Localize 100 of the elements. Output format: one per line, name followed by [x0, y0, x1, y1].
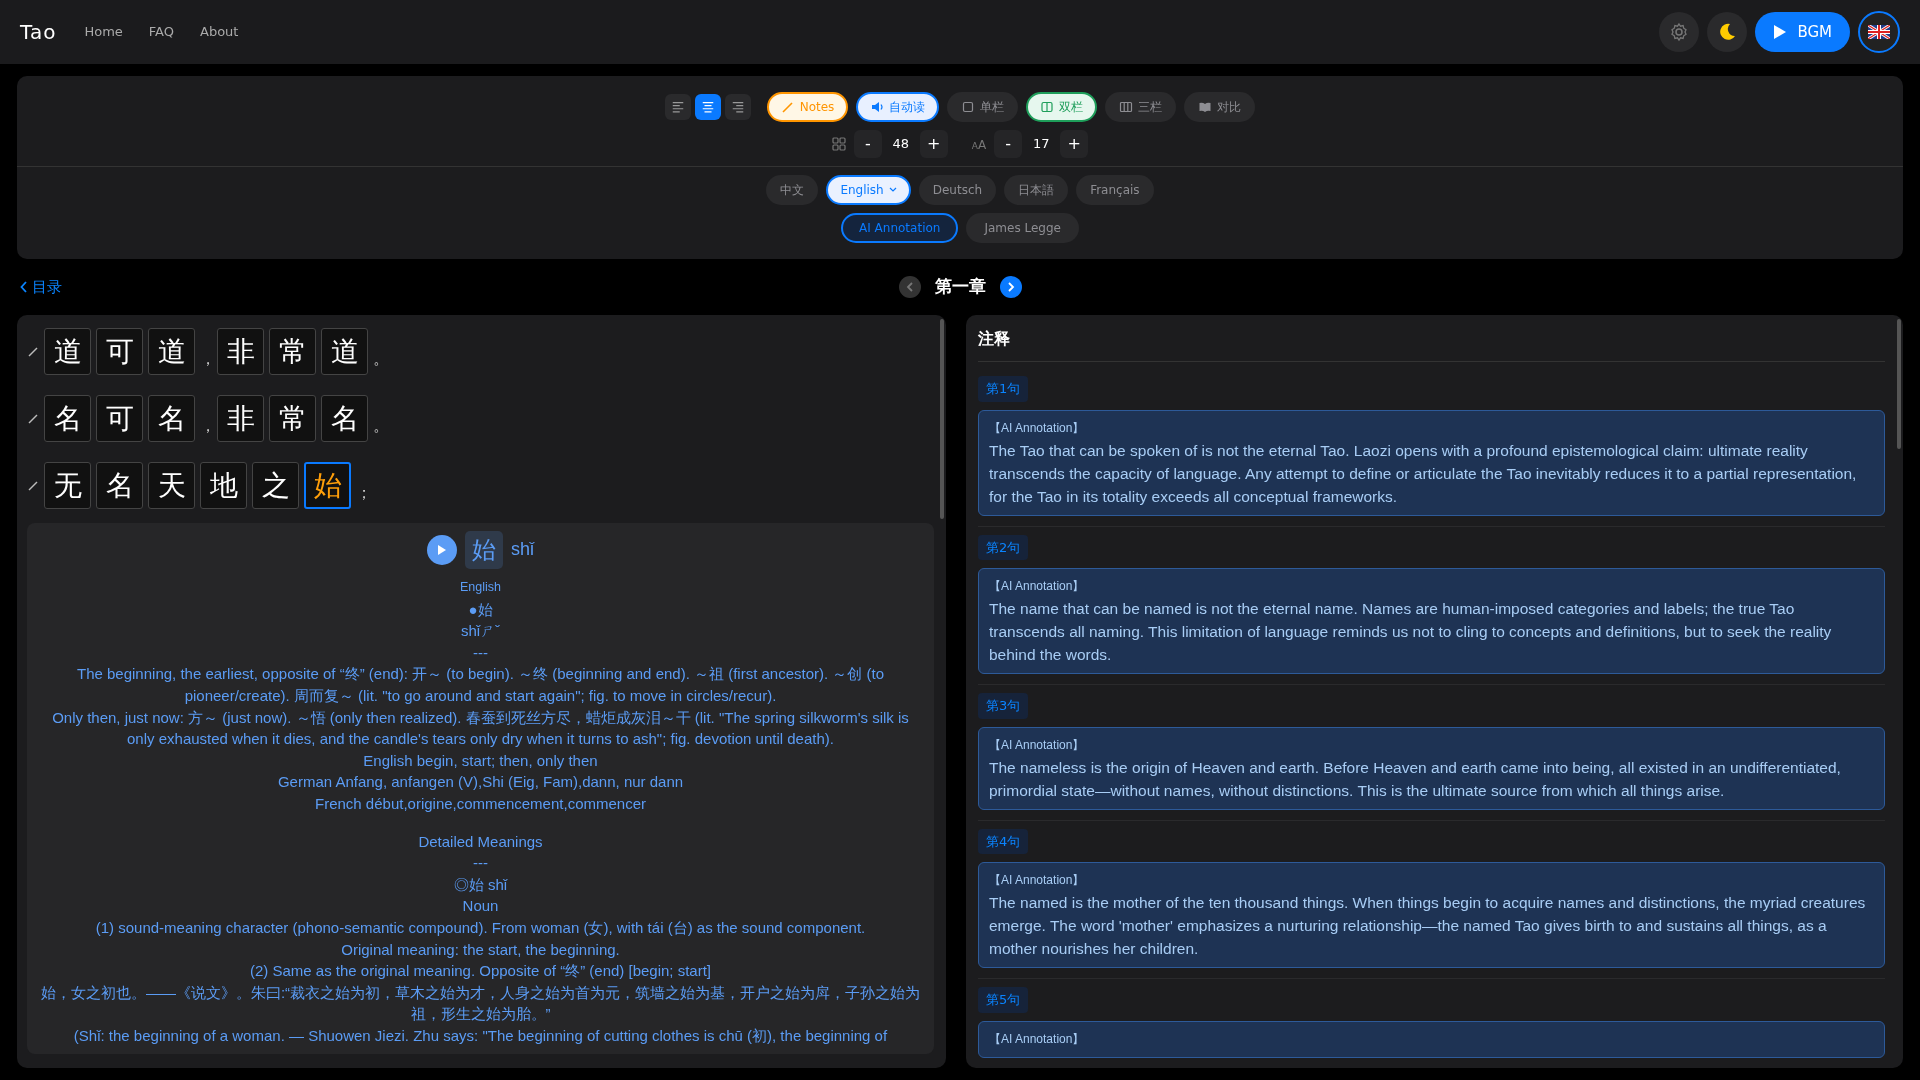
language-tab[interactable]: Français	[1076, 175, 1154, 205]
value-text: 17	[1031, 135, 1051, 154]
toggle-button[interactable]: 单栏	[947, 92, 1019, 122]
character-tile[interactable]: 名	[96, 462, 143, 509]
definition-text: (2) Same as the original meaning. Opposite of “终” (end) [begin; start]	[248, 961, 713, 982]
settings-button[interactable]	[1659, 12, 1700, 52]
nav-link[interactable]: About	[200, 22, 239, 42]
character-tile[interactable]: 始	[304, 462, 351, 509]
chevron-down-icon	[888, 187, 897, 193]
toggle-button[interactable]: 自动读	[856, 92, 940, 122]
character-tile[interactable]: 非	[217, 395, 264, 442]
character-tile[interactable]: 可	[96, 395, 143, 442]
punctuation: 。	[373, 348, 385, 370]
source-label: 【AI Annotation】	[989, 578, 1086, 595]
previous-button[interactable]	[898, 276, 921, 298]
align-center-icon	[700, 99, 715, 115]
pencil-icon	[780, 100, 795, 114]
toggle-button[interactable]: 三栏	[1105, 92, 1177, 122]
increase-button[interactable]: +	[1060, 130, 1089, 158]
pencil-icon[interactable]	[27, 479, 39, 492]
character-tile[interactable]: 常	[269, 328, 316, 375]
moon-icon	[1717, 22, 1738, 42]
definition-text: Original meaning: the start, the beginning.	[340, 939, 621, 960]
pencil-icon[interactable]	[27, 412, 39, 425]
language-button[interactable]	[1858, 11, 1900, 53]
character-tile[interactable]: 道	[148, 328, 195, 375]
bgm-button[interactable]: BGM	[1755, 12, 1850, 52]
definition-text: (1) sound-meaning character (phono-semantic compound). From woman (女), with tái (台) as the sound component.	[94, 917, 867, 938]
character-tile[interactable]: 名	[148, 395, 195, 442]
chevron-left-icon	[20, 281, 28, 293]
nav-link[interactable]: FAQ	[148, 22, 174, 42]
pencil-icon[interactable]	[27, 345, 39, 358]
character-tile[interactable]: 非	[217, 328, 264, 375]
align-left-icon	[670, 99, 685, 115]
source-label: 【AI Annotation】	[989, 872, 1086, 889]
grid-icon	[831, 137, 846, 151]
character-text: 始	[465, 531, 503, 569]
character-tile[interactable]: 可	[96, 328, 143, 375]
character-tile[interactable]: 无	[44, 462, 91, 509]
character-tile[interactable]: 道	[321, 328, 368, 375]
language-tab[interactable]: 中文	[766, 175, 819, 205]
definition-text: ◎始 shǐ	[452, 874, 509, 895]
character-tile[interactable]: 道	[44, 328, 91, 375]
pinyin-text: shǐ	[511, 539, 534, 561]
definition-text: (Shǐ: the beginning of a woman. — Shuowen Jiezi. Zhu says: "The beginning of cutting clothes is chū (初), the beginning of	[72, 1025, 889, 1046]
definition-text: ●始	[467, 599, 494, 620]
sentence-label: 第4句	[978, 828, 1029, 854]
chapter-title: 第一章	[934, 275, 986, 299]
definition-text: shǐㄕˇ	[459, 621, 502, 642]
toggle-button[interactable]: 对比	[1184, 92, 1256, 122]
annotation-text: The name that can be named is not the eternal name. Names are human-imposed categories and labels; the true Tao transcends all naming. This limitation of language reminds us not to cling to concepts and definitions, but to seek the reality behind the words.	[989, 599, 1833, 665]
definition-text: Noun	[461, 896, 500, 917]
character-tile[interactable]: 之	[252, 462, 299, 509]
source-tab[interactable]: AI Annotation	[841, 213, 959, 243]
source-tab[interactable]: James Legge	[966, 213, 1079, 243]
definition-text: English	[459, 579, 502, 596]
font-size-label: AA	[971, 137, 987, 154]
annotation-text: The named is the mother of the ten thousand things. When things begin to acquire names and distinctions, the myriad creatures emerge. The word 'mother' emphasizes a nurturing relationship—the named Tao gives birth to and sustains all things, as a mother nourishes her children.	[989, 893, 1867, 959]
language-tab[interactable]: 日本語	[1004, 175, 1069, 205]
three-column-icon	[1119, 100, 1134, 114]
decrease-button[interactable]: -	[853, 130, 882, 158]
book-icon	[1198, 100, 1213, 114]
definition-text: 始，女之初也。——《说文》。朱曰:“裁衣之始为初，草木之始为才，人身之始为首为元，筑墙之始为基，开户之始为戽，子孙之始为祖，形生之始为胎。”	[39, 982, 922, 1025]
definition-text: Only then, just now: 方～ (just now). ～悟 (only then realized). 春蚕到死丝方尽，蜡炬成灰泪～干 (lit. "The spring silkworm's silk is only exhausted when it dies, and the candle's tears only dry when it turns to ash"; fig. devotion until death).	[51, 707, 910, 750]
back-link[interactable]: 目录	[20, 275, 62, 299]
align-button[interactable]	[724, 94, 751, 120]
character-tile[interactable]: 名	[44, 395, 91, 442]
brand-logo[interactable]: Tao	[20, 17, 57, 47]
section-heading: Detailed Meanings	[417, 831, 544, 852]
language-tab[interactable]: English	[826, 175, 911, 205]
punctuation: ；	[356, 482, 368, 504]
source-label: 【AI Annotation】	[989, 419, 1086, 437]
align-button[interactable]	[664, 94, 691, 120]
character-tile[interactable]: 地	[200, 462, 247, 509]
play-icon	[437, 544, 447, 556]
language-tab[interactable]: Deutsch	[918, 175, 997, 205]
play-button[interactable]	[427, 535, 457, 565]
character-tile[interactable]: 天	[148, 462, 195, 509]
nav-link[interactable]: Home	[84, 22, 123, 42]
character-tile[interactable]: 常	[269, 395, 316, 442]
value-text: 48	[891, 135, 911, 154]
chevron-left-icon	[905, 282, 914, 292]
scrollbar[interactable]	[1897, 319, 1901, 449]
increase-button[interactable]: +	[919, 130, 948, 158]
scrollbar[interactable]	[940, 319, 944, 519]
definition-text: ---	[472, 853, 489, 874]
annotation-text: The Tao that can be spoken of is not the eternal Tao. Laozi opens with a profound epistemological claim: ultimate reality transcends the capacity of language. Any attempt to define or articulate the Tao inevitably reduces it to a partial representation, for the Tao in its totality exceeds all conceptual frameworks.	[989, 440, 1858, 507]
align-right-icon	[730, 99, 745, 115]
sentence-label: 第5句	[978, 987, 1029, 1013]
punctuation: ，	[200, 348, 212, 370]
source-label: 【AI Annotation】	[989, 1030, 1086, 1048]
sentence-label: 第2句	[978, 534, 1029, 560]
speaker-icon	[870, 100, 885, 114]
align-button[interactable]	[694, 94, 721, 120]
theme-toggle-button[interactable]	[1707, 12, 1748, 52]
definition-text: English begin, start; then, only then	[362, 750, 599, 771]
next-button[interactable]	[999, 276, 1022, 298]
character-tile[interactable]: 名	[321, 395, 368, 442]
square-icon	[961, 100, 976, 114]
decrease-button[interactable]: -	[994, 130, 1023, 158]
